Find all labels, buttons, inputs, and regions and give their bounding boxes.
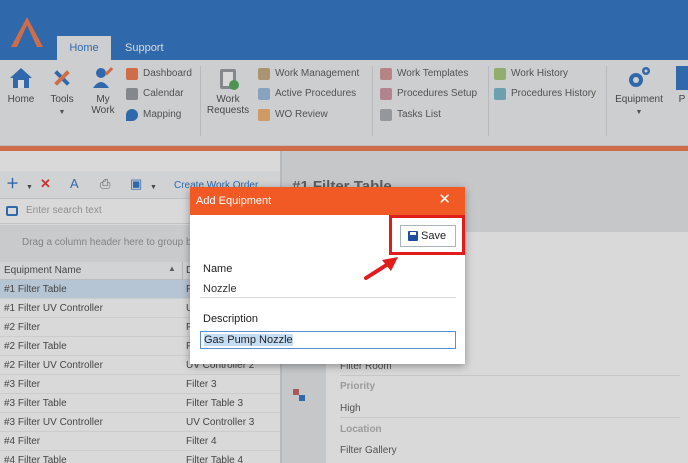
save-button-label: Save [421,230,447,242]
description-field[interactable]: Gas Pump Nozzle [200,331,456,349]
name-field[interactable]: Nozzle [203,283,237,295]
field-underline [200,297,456,298]
save-disk-icon [408,231,418,241]
annotation-arrow-icon [364,257,398,280]
dialog-title: Add Equipment [196,195,272,207]
name-label: Name [203,263,233,275]
description-label: Description [203,313,259,325]
add-equipment-dialog: Add Equipment ✕ Name Nozzle Description … [190,187,465,364]
close-icon[interactable]: ✕ [438,192,451,208]
dialog-header: Add Equipment ✕ [190,187,465,215]
save-button[interactable]: Save [400,225,456,247]
description-selected-text: Gas Pump Nozzle [204,334,293,346]
